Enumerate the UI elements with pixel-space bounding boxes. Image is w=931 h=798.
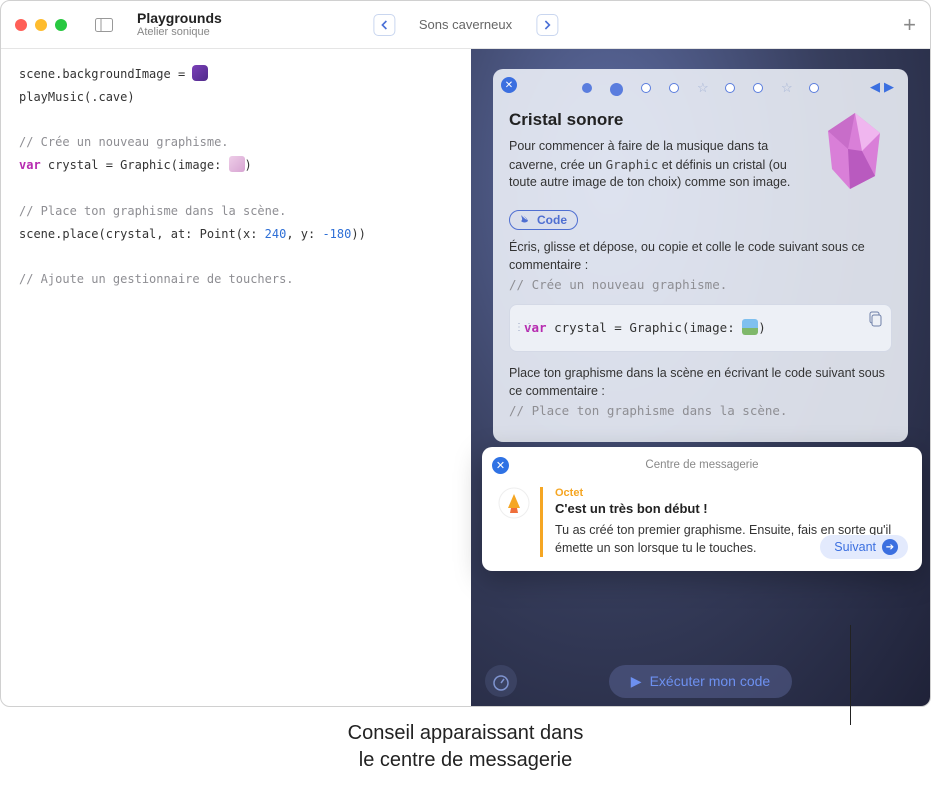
progress-dot-current[interactable]: [610, 83, 623, 96]
caption-text: Conseil apparaissant dans le centre de m…: [0, 720, 931, 774]
window-minimize-button[interactable]: [35, 19, 47, 31]
traffic-lights: [15, 19, 67, 31]
progress-star[interactable]: ☆: [697, 83, 707, 93]
crystal-image: [820, 111, 890, 191]
play-icon: ▶: [631, 673, 642, 690]
app-title: Playgrounds: [137, 10, 222, 26]
progress-dot[interactable]: [809, 83, 819, 93]
live-view: ✕ ◀ ▶ ☆ ☆: [471, 49, 930, 706]
image-literal-icon: [742, 319, 758, 335]
code-number: -180: [322, 227, 351, 241]
arrow-right-icon: ➔: [882, 539, 898, 555]
message-title: C'est un très bon début !: [555, 501, 906, 516]
lesson-progress: ☆ ☆: [509, 83, 892, 96]
popup-next-button[interactable]: Suivant ➔: [820, 535, 908, 559]
progress-dot[interactable]: [725, 83, 735, 93]
sidebar-toggle-icon[interactable]: [91, 14, 117, 36]
popup-title: Centre de messagerie: [498, 459, 906, 471]
page-nav: Sons caverneux: [373, 14, 558, 36]
code-comment: // Crée un nouveau graphisme.: [19, 135, 229, 149]
progress-dot[interactable]: [753, 83, 763, 93]
image-literal-icon: [229, 156, 245, 172]
message-sender: Octet: [555, 487, 906, 499]
swift-icon: [520, 214, 532, 226]
code-text: scene.backgroundImage =: [19, 67, 192, 81]
code-section-badge: Code: [509, 210, 578, 230]
lesson-step-comment: // Crée un nouveau graphisme.: [509, 276, 892, 294]
copy-icon[interactable]: [867, 311, 883, 332]
image-literal-icon: [192, 65, 208, 81]
run-bar: ▶ Exécuter mon code: [471, 656, 930, 706]
speed-button[interactable]: [485, 665, 517, 697]
lesson-step-text: Écris, glisse et dépose, ou copie et col…: [509, 238, 892, 274]
nav-page-title: Sons caverneux: [401, 17, 530, 32]
code-text: playMusic(.cave): [19, 90, 135, 104]
nav-prev-button[interactable]: [373, 14, 395, 36]
drag-handle-icon[interactable]: ⋮⋮: [514, 321, 534, 336]
lesson-card: ✕ ◀ ▶ ☆ ☆: [493, 69, 908, 442]
lesson-step-comment: // Place ton graphisme dans la scène.: [509, 402, 892, 420]
progress-star[interactable]: ☆: [781, 83, 791, 93]
run-code-label: Exécuter mon code: [650, 673, 771, 689]
title-block: Playgrounds Atelier sonique: [137, 10, 222, 39]
progress-dot[interactable]: [669, 83, 679, 93]
main-split: scene.backgroundImage = playMusic(.cave)…: [1, 49, 930, 706]
run-code-button[interactable]: ▶ Exécuter mon code: [609, 665, 792, 698]
code-comment: // Ajoute un gestionnaire de touchers.: [19, 272, 294, 286]
code-text: scene.place(crystal, at: Point(x:: [19, 227, 265, 241]
code-snippet[interactable]: ⋮⋮ var crystal = Graphic(image: ): [509, 304, 892, 352]
callout-line: [850, 625, 851, 725]
lesson-body: Écris, glisse et dépose, ou copie et col…: [509, 238, 892, 421]
popup-close-button[interactable]: ✕: [492, 457, 509, 474]
app-subtitle: Atelier sonique: [137, 26, 222, 39]
titlebar: Playgrounds Atelier sonique Sons caverne…: [1, 1, 930, 49]
code-keyword: var: [19, 158, 41, 172]
lesson-intro: Pour commencer à faire de la musique dan…: [509, 138, 809, 192]
nav-next-button[interactable]: [536, 14, 558, 36]
add-button[interactable]: +: [903, 12, 916, 38]
progress-dot[interactable]: [641, 83, 651, 93]
code-number: 240: [265, 227, 287, 241]
window-zoom-button[interactable]: [55, 19, 67, 31]
lesson-step-text: Place ton graphisme dans la scène en écr…: [509, 364, 892, 400]
window-close-button[interactable]: [15, 19, 27, 31]
message-center-popup: ✕ Centre de messagerie Octet C'est un tr…: [482, 447, 922, 571]
code-editor[interactable]: scene.backgroundImage = playMusic(.cave)…: [1, 49, 471, 706]
code-text: crystal = Graphic(image:: [41, 158, 229, 172]
progress-dot[interactable]: [582, 83, 592, 93]
app-window: Playgrounds Atelier sonique Sons caverne…: [0, 0, 931, 707]
avatar-icon: [498, 487, 530, 519]
code-comment: // Place ton graphisme dans la scène.: [19, 204, 286, 218]
